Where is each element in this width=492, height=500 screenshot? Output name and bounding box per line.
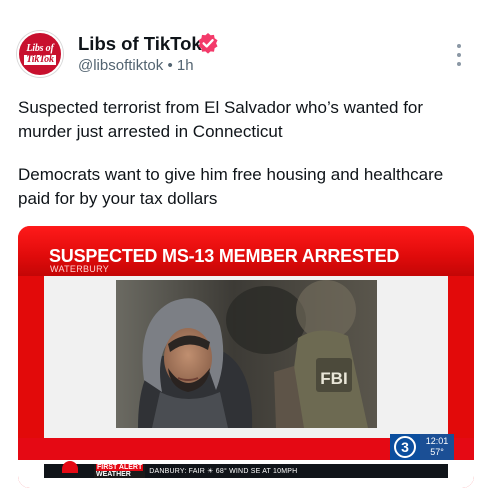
first-alert-label: FIRST ALERT [96,464,144,471]
red-frame-right [448,276,474,438]
avatar-text-line2: TikTok [24,53,56,65]
post-text-paragraph-1: Suspected terrorist from El Salvador who… [18,98,424,141]
weather-label: WEATHER [96,471,131,478]
ticker-text: DANBURY: FAIR ☀ 68° WIND SE AT 10MPH [149,468,298,475]
post-card: Libs of TikTok Libs of TikTok @libsoftik… [0,0,492,500]
account-handle[interactable]: @libsoftiktok [78,57,163,74]
weather-ticker: FIRST ALERT WEATHER DANBURY: FAIR ☀ 68° … [44,461,448,478]
arrest-photo: FBI [116,280,377,428]
clock-temperature: 57° [430,447,444,457]
post-time[interactable]: 1h [177,57,194,74]
clock-time: 12:01 [425,436,449,446]
meta-separator: • [167,57,173,74]
station-logo-number: 3 [394,436,416,458]
news-clock: 12:01 57° [420,434,454,460]
first-alert-logo-icon [44,461,94,478]
red-frame-left [18,276,44,438]
post-text-paragraph-2: Democrats want to give him free housing … [18,165,444,208]
station-logo: 3 [390,434,420,460]
verified-badge-icon [198,33,218,54]
news-location: WATERBURY [50,264,110,274]
vest-text: FBI [320,369,347,388]
more-options-icon[interactable] [452,42,466,68]
post-media-image[interactable]: SUSPECTED MS-13 MEMBER ARRESTED WATERBUR… [18,226,474,488]
avatar[interactable]: Libs of TikTok [17,31,63,77]
account-meta: @libsoftiktok • 1h [78,57,194,74]
account-name[interactable]: Libs of TikTok [78,33,202,55]
first-alert-weather-label: FIRST ALERT WEATHER [94,464,146,478]
avatar-text-line1: Libs of [26,42,54,54]
